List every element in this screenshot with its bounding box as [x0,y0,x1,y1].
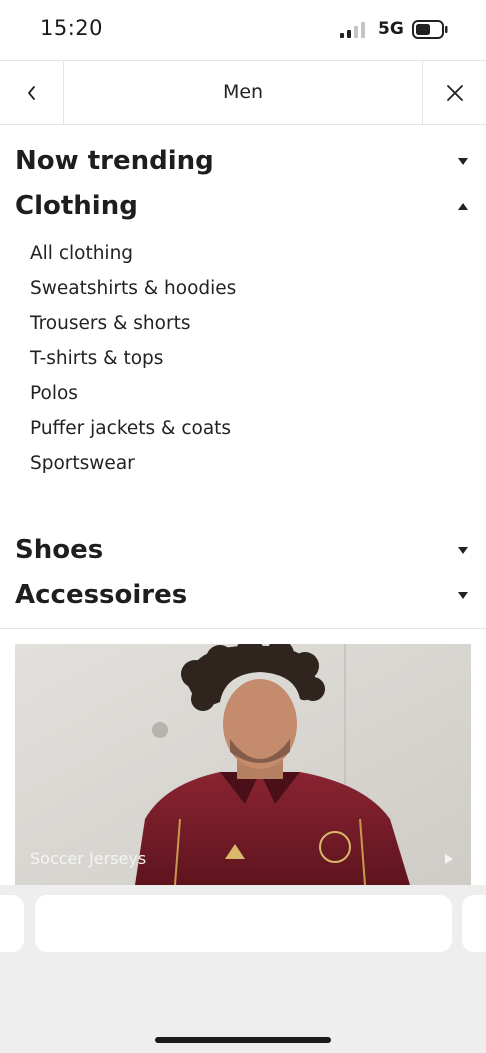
back-button[interactable] [0,61,64,124]
battery-icon [412,20,448,39]
network-label: 5G [378,19,404,39]
caret-down-icon [458,157,468,165]
caret-down-icon [458,546,468,554]
section-title: Clothing [15,191,138,221]
section-shoes[interactable]: Shoes [15,530,470,570]
bottom-carousel [0,885,486,1053]
menu-item-puffer-jackets[interactable]: Puffer jackets & coats [30,418,231,439]
promo-banner[interactable]: Soccer Jerseys [15,644,471,885]
menu-item-sweatshirts-hoodies[interactable]: Sweatshirts & hoodies [30,278,236,299]
caret-down-icon [458,591,468,599]
menu-item-trousers-shorts[interactable]: Trousers & shorts [30,313,190,334]
section-title: Accessoires [15,580,188,610]
page-title: Men [222,81,264,103]
home-indicator[interactable] [155,1037,331,1043]
section-accessories[interactable]: Accessoires [15,575,470,615]
section-title: Now trending [15,146,214,176]
divider [0,628,486,629]
carousel-card[interactable] [462,895,486,952]
status-time: 15:20 [40,16,104,40]
close-icon [446,84,463,101]
caret-up-icon [458,202,468,210]
signal-icon [340,22,365,38]
status-bar: 15:20 5G [0,0,486,60]
play-arrow-icon [445,854,453,864]
close-button[interactable] [422,61,486,124]
menu-item-polos[interactable]: Polos [30,383,78,404]
section-clothing[interactable]: Clothing [15,186,470,226]
chevron-left-icon [27,85,35,100]
menu-item-all-clothing[interactable]: All clothing [30,243,133,264]
promo-label: Soccer Jerseys [30,849,147,868]
menu-item-sportswear[interactable]: Sportswear [30,453,135,474]
section-title: Shoes [15,535,104,565]
carousel-card[interactable] [35,895,452,952]
section-now-trending[interactable]: Now trending [15,141,470,181]
carousel-card[interactable] [0,895,24,952]
nav-bar: Men [0,60,486,125]
menu-item-tshirts-tops[interactable]: T-shirts & tops [30,348,163,369]
